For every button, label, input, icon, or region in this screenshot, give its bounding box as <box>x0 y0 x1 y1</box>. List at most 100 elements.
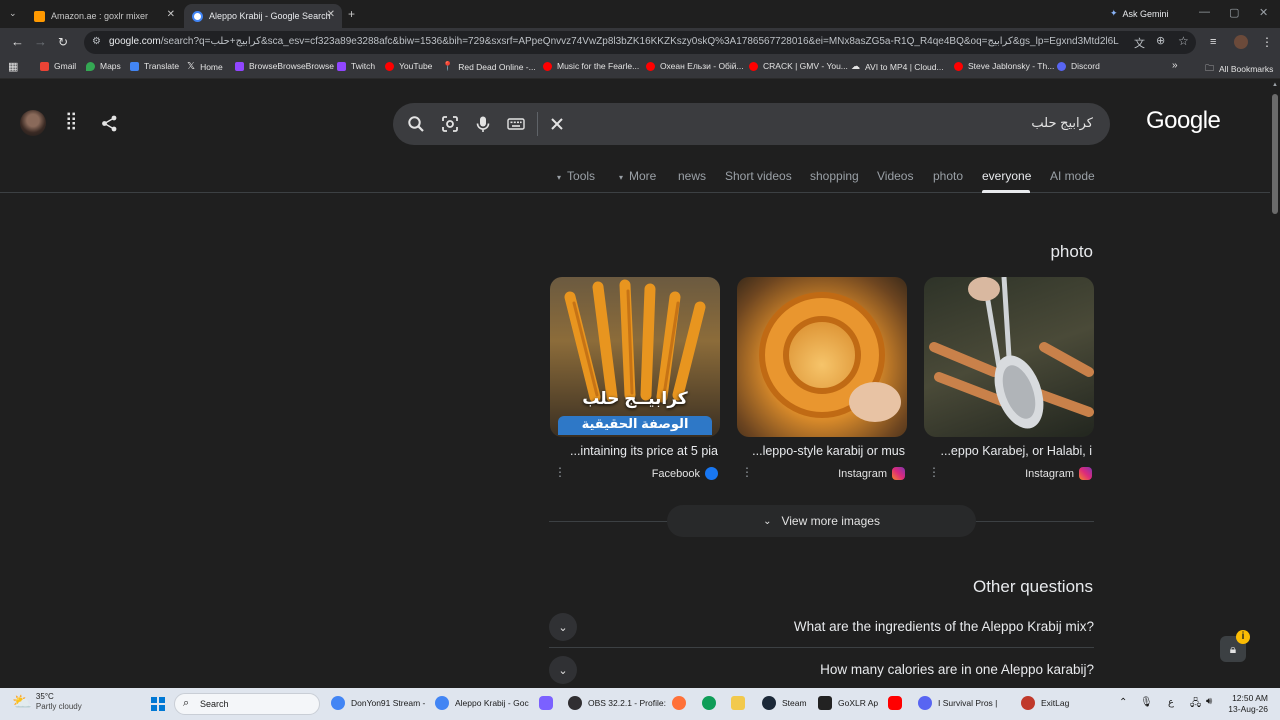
taskbar-app[interactable]: Aleppo Krabij - Goc <box>435 696 529 710</box>
zoom-icon[interactable]: ⊕ <box>1156 34 1165 47</box>
search-icon[interactable] <box>407 115 425 133</box>
microphone-icon[interactable] <box>474 115 492 133</box>
question-text[interactable]: How many calories are in one Aleppo kara… <box>820 662 1094 677</box>
taskbar-app[interactable] <box>731 696 751 710</box>
ask-gemini-button[interactable]: ✦ Ask Gemini <box>1110 8 1169 19</box>
tab-amazon[interactable]: Amazon.ae : goxlr mixer ✕ <box>26 4 182 28</box>
input-language[interactable]: ع <box>1168 697 1174 708</box>
taskbar-search-input[interactable]: ⌕ Search <box>174 693 320 715</box>
question-text[interactable]: What are the ingredients of the Aleppo K… <box>794 619 1094 634</box>
maximize-icon[interactable]: ▢ <box>1229 6 1239 19</box>
close-window-icon[interactable]: ✕ <box>1259 6 1268 19</box>
image-caption[interactable]: ...leppo-style karabij or mus <box>752 444 905 458</box>
chevron-down-icon[interactable]: ⌄ <box>549 656 577 684</box>
tab-search-icon[interactable]: ≡ <box>1210 34 1216 50</box>
image-thumbnail[interactable] <box>737 277 907 437</box>
view-more-images-button[interactable]: ⌄ View more images <box>667 505 976 537</box>
show-hidden-icons-icon[interactable]: ⌃ <box>1119 697 1127 708</box>
question-row[interactable]: ⌄ What are the ingredients of the Aleppo… <box>549 606 1094 648</box>
image-source[interactable]: Instagram <box>838 467 905 480</box>
bookmark-item[interactable]: Music for the Fearle... <box>543 61 639 71</box>
more-options-icon[interactable]: ⋮ <box>741 465 753 479</box>
new-tab-button[interactable]: + <box>348 7 355 21</box>
clock[interactable]: 12:50 AM 13-Aug-26 <box>1226 693 1268 715</box>
close-tab-icon[interactable]: ✕ <box>167 9 175 20</box>
google-apps-icon[interactable]: ⣿ <box>65 111 77 131</box>
google-lens-icon[interactable] <box>441 115 459 133</box>
image-thumbnail[interactable] <box>924 277 1094 437</box>
bookmark-item[interactable]: Gmail <box>40 61 76 71</box>
image-caption[interactable]: ...eppo Karabej, or Halabi, i <box>941 444 1092 458</box>
bookmark-item[interactable]: Steve Jablonsky - Th... <box>954 61 1054 71</box>
bookmark-item[interactable]: 📍 Red Dead Online -... <box>442 61 536 72</box>
account-avatar[interactable] <box>20 110 46 136</box>
all-bookmarks-button[interactable]: 🗀 All Bookmarks <box>1205 61 1273 77</box>
site-info-icon[interactable]: ⚙ <box>92 36 101 47</box>
tab-short-videos[interactable]: Short videos <box>725 169 792 183</box>
tab-news[interactable]: news <box>678 169 706 183</box>
tab-more[interactable]: ▾ More <box>619 169 656 183</box>
image-card[interactable]: كرابيــج حلب الوصفة الحقيقية ...intainin… <box>550 277 720 480</box>
profile-avatar[interactable] <box>1234 35 1248 49</box>
share-icon[interactable] <box>101 115 118 132</box>
taskbar-app[interactable]: I Survival Pros | <box>918 696 997 710</box>
taskbar-app[interactable] <box>672 696 692 710</box>
tab-videos[interactable]: Videos <box>877 169 913 183</box>
bookmark-item[interactable]: YouTube <box>385 61 432 71</box>
bookmark-item[interactable]: 𝕏 Home <box>187 61 223 72</box>
more-options-icon[interactable]: ⋮ <box>928 465 940 479</box>
network-icon[interactable]: 🖧 <box>1190 696 1201 713</box>
image-card[interactable]: ...leppo-style karabij or mus ⋮ Instagra… <box>737 277 907 480</box>
start-button[interactable] <box>151 697 165 711</box>
image-caption[interactable]: ...intaining its price at 5 pia <box>570 444 718 458</box>
taskbar-app[interactable]: OBS 32.2.1 - Profile: <box>568 696 666 710</box>
close-tab-icon[interactable]: ✕ <box>327 9 335 20</box>
bookmark-item[interactable]: ☁ AVI to MP4 | Cloud... <box>851 61 944 72</box>
google-logo[interactable]: Google <box>1146 107 1221 135</box>
info-icon[interactable]: i <box>1236 630 1250 644</box>
bookmarks-overflow-icon[interactable]: » <box>1172 60 1178 71</box>
taskbar-app[interactable]: ExitLag <box>1021 696 1069 710</box>
forward-icon[interactable]: → <box>34 34 47 50</box>
reload-icon[interactable]: ↻ <box>58 34 68 50</box>
scroll-up-icon[interactable]: ▲ <box>1272 82 1278 88</box>
image-source[interactable]: Instagram <box>1025 467 1092 480</box>
address-bar[interactable]: ⚙ google.com/search?q=كرابيج+حلب&sca_esv… <box>84 31 1196 54</box>
clear-search-icon[interactable] <box>548 115 566 133</box>
taskbar-app[interactable]: DonYon91 Stream - <box>331 696 425 710</box>
taskbar-app[interactable] <box>539 696 559 710</box>
bookmark-item[interactable]: CRACK | GMV - You... <box>749 61 848 71</box>
image-thumbnail[interactable]: كرابيــج حلب الوصفة الحقيقية <box>550 277 720 437</box>
minimize-icon[interactable]: — <box>1199 6 1210 18</box>
bookmark-item[interactable]: BrowseBrowseBrowse <box>235 61 334 71</box>
browser-menu-icon[interactable]: ⋮ <box>1261 34 1273 50</box>
taskbar-app[interactable] <box>888 696 908 710</box>
bookmark-item[interactable]: Discord <box>1057 61 1100 71</box>
question-row[interactable]: ⌄ How many calories are in one Aleppo ka… <box>549 649 1094 691</box>
apps-grid-icon[interactable]: ▦ <box>8 60 18 73</box>
tab-google-search[interactable]: Aleppo Krabij - Google Search ✕ <box>184 4 342 28</box>
tab-ai-mode[interactable]: AI mode <box>1050 169 1095 183</box>
volume-icon[interactable]: 🔊︎ <box>1206 696 1212 707</box>
bookmark-item[interactable]: Translate <box>130 61 179 71</box>
more-options-icon[interactable]: ⋮ <box>554 465 566 479</box>
weather-widget[interactable]: ⛅ 35°C Partly cloudy <box>12 692 82 712</box>
bookmark-item[interactable]: Twitch <box>337 61 375 71</box>
image-source[interactable]: Facebook <box>652 467 718 480</box>
chevron-down-icon[interactable]: ⌄ <box>549 613 577 641</box>
page-scrollbar[interactable]: ▲ <box>1270 80 1280 688</box>
tab-photo[interactable]: photo <box>933 169 963 183</box>
tab-shopping[interactable]: shopping <box>810 169 859 183</box>
taskbar-app[interactable]: GoXLR Ap <box>818 696 878 710</box>
tab-search-dropdown-icon[interactable]: ⌄ <box>9 8 17 19</box>
tab-tools[interactable]: ▾ Tools <box>557 169 595 183</box>
back-icon[interactable]: ← <box>11 34 24 50</box>
bookmark-item[interactable]: Maps <box>86 61 121 71</box>
image-card[interactable]: ...eppo Karabej, or Halabi, i ⋮ Instagra… <box>924 277 1094 480</box>
tab-everyone[interactable]: everyone <box>982 169 1031 183</box>
scrollbar-thumb[interactable] <box>1272 94 1278 214</box>
microphone-tray-icon[interactable]: 🎙︎ <box>1140 697 1153 708</box>
bookmark-star-icon[interactable]: ☆ <box>1178 34 1189 48</box>
taskbar-app[interactable]: Steam <box>762 696 807 710</box>
bookmark-item[interactable]: Охеан Ельзи - Обій... <box>646 61 744 71</box>
